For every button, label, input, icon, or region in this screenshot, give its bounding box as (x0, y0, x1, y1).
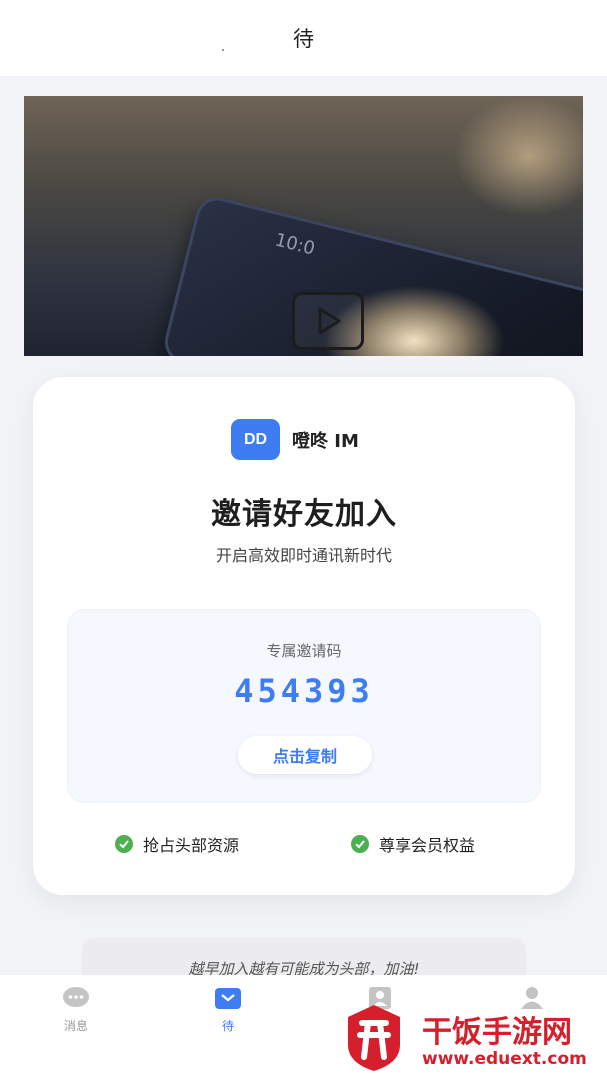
invite-code-box: 专属邀请码 454393 点击复制 (67, 609, 541, 803)
top-bar: 待 (0, 0, 607, 76)
brand-logo: DD (231, 419, 280, 460)
play-button[interactable] (292, 292, 364, 350)
site-watermark: 干饭手游网 www.eduext.com (330, 995, 600, 1075)
tab-label: 消息 (63, 1019, 88, 1033)
tab-messages[interactable]: 消息 (36, 985, 116, 1034)
decorative-dot (222, 49, 224, 51)
promo-video[interactable]: 10:0 (24, 96, 583, 356)
brand-name: 噔咚 IM (292, 430, 359, 452)
lamp-light (454, 96, 583, 216)
play-icon (311, 304, 345, 338)
watermark-logo-icon (338, 1001, 410, 1073)
copy-button[interactable]: 点击复制 (238, 736, 372, 774)
watermark-url: www.eduext.com (422, 1049, 587, 1069)
tab-pending[interactable]: 待 (188, 985, 268, 1034)
tab-label: 待 (221, 1019, 234, 1033)
benefit-item: 尊享会员权益 (351, 832, 475, 856)
benefit-label: 抢占头部资源 (143, 836, 240, 855)
inbox-icon (214, 985, 242, 1011)
invite-code[interactable]: 454393 (68, 672, 540, 710)
brand: DD 噔咚 IM (231, 419, 359, 460)
check-icon (115, 835, 133, 853)
phone-screen-time: 10:0 (272, 229, 318, 260)
page-title: 待 (293, 27, 314, 51)
benefit-label: 尊享会员权益 (379, 836, 476, 855)
chat-bubble-icon (62, 985, 90, 1011)
invite-heading: 邀请好友加入 (211, 497, 397, 532)
invite-subheading: 开启高效即时通讯新时代 (215, 546, 392, 565)
benefit-item: 抢占头部资源 (115, 832, 239, 856)
invite-code-label: 专属邀请码 (266, 642, 342, 660)
check-icon (351, 835, 369, 853)
watermark-title: 干饭手游网 (422, 1015, 572, 1050)
invite-card: DD 噔咚 IM 邀请好友加入 开启高效即时通讯新时代 专属邀请码 454393… (33, 377, 575, 895)
